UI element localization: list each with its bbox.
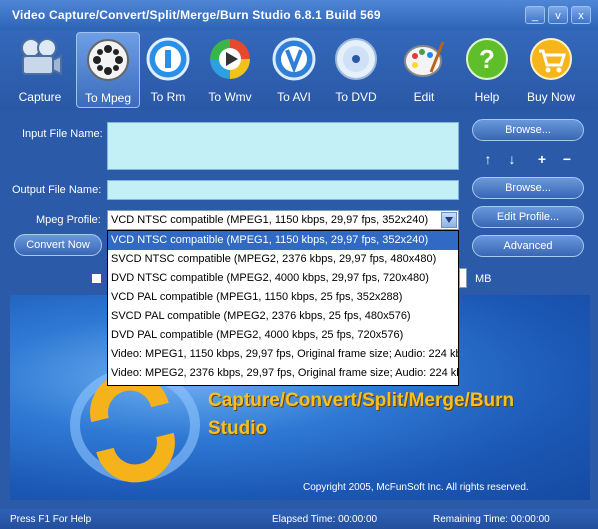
help-icon: ? [466, 38, 508, 80]
copyright-text: Copyright 2005, McFunSoft Inc. All right… [303, 482, 529, 493]
toolbar-label: Edit [413, 90, 435, 104]
toolbar-label: To Wmv [208, 90, 252, 104]
toolbar-to-rm[interactable]: To Rm [136, 32, 200, 108]
profile-option[interactable]: SVCD NTSC compatible (MPEG2, 2376 kbps, … [108, 250, 458, 269]
camera-icon [21, 38, 62, 76]
profile-option[interactable]: Video: MPEG2, 2376 kbps, 29,97 fps, Orig… [108, 364, 458, 383]
toolbar-label: Buy Now [526, 90, 576, 104]
edit-profile-button[interactable]: Edit Profile... [472, 206, 584, 228]
input-file-field[interactable] [107, 122, 459, 170]
windows-media-icon [210, 39, 250, 79]
status-remaining: Remaining Time: 00:00:00 [433, 514, 550, 525]
profile-option[interactable]: DVD NTSC compatible (MPEG2, 4000 kbps, 2… [108, 269, 458, 288]
input-file-label: Input File Name: [22, 128, 103, 140]
move-up-icon[interactable]: ↑ [478, 150, 498, 168]
dropdown-button[interactable]: v [548, 6, 568, 24]
status-elapsed: Elapsed Time: 00:00:00 [272, 514, 378, 525]
mpeg-profile-dropdown: VCD NTSC compatible (MPEG1, 1150 kbps, 2… [107, 230, 459, 386]
toolbar-to-dvd[interactable]: To DVD [324, 32, 388, 108]
profile-option[interactable]: Video: MPEG1, 1150 kbps, 29,97 fps, Orig… [108, 345, 458, 364]
output-file-label: Output File Name: [12, 184, 102, 196]
split-size-field[interactable] [459, 268, 467, 288]
title-bar: Video Capture/Convert/Split/Merge/Burn S… [0, 0, 598, 30]
splash-title-line2: Studio [208, 418, 268, 439]
splash-title-line1: Capture/Convert/Split/Merge/Burn [208, 390, 515, 411]
toolbar-to-mpeg[interactable]: To Mpeg [76, 32, 140, 108]
cart-icon [530, 38, 572, 80]
realmedia-icon [146, 37, 190, 81]
toolbar-help[interactable]: ? Help [455, 32, 519, 108]
advanced-button[interactable]: Advanced [472, 235, 584, 257]
mpeg-profile-value: VCD NTSC compatible (MPEG1, 1150 kbps, 2… [111, 214, 429, 226]
film-reel-icon [87, 39, 129, 81]
toolbar-to-wmv[interactable]: To Wmv [198, 32, 262, 108]
status-help: Press F1 For Help [10, 514, 92, 525]
app-window: Video Capture/Convert/Split/Merge/Burn S… [0, 0, 598, 529]
toolbar-edit[interactable]: Edit [392, 32, 456, 108]
toolbar-to-avi[interactable]: To AVI [262, 32, 326, 108]
profile-option[interactable]: SVCD PAL compatible (MPEG2, 2376 kbps, 2… [108, 307, 458, 326]
size-unit-label: MB [475, 273, 492, 285]
move-down-icon[interactable]: ↓ [502, 150, 522, 168]
add-icon[interactable]: + [532, 150, 552, 168]
output-file-field[interactable] [107, 180, 459, 200]
profile-option[interactable]: VCD PAL compatible (MPEG1, 1150 kbps, 25… [108, 288, 458, 307]
splash-title: Capture/Convert/Split/Merge/Burn Studio [208, 387, 514, 443]
chevron-down-icon[interactable] [441, 212, 457, 228]
convert-now-button[interactable]: Convert Now [14, 234, 102, 256]
browse-output-button[interactable]: Browse... [472, 177, 584, 199]
palette-icon [404, 41, 445, 77]
profile-option[interactable]: VCD NTSC compatible (MPEG1, 1150 kbps, 2… [108, 231, 458, 250]
avi-icon [272, 37, 316, 81]
split-size-checkbox[interactable] [91, 273, 102, 284]
mpeg-profile-select[interactable]: VCD NTSC compatible (MPEG1, 1150 kbps, 2… [107, 210, 459, 230]
browse-input-button[interactable]: Browse... [472, 119, 584, 141]
toolbar-label: To Rm [150, 90, 186, 104]
main-toolbar: Capture To Mpeg To Rm To Wmv To AVI To D… [0, 30, 598, 110]
toolbar-capture[interactable]: Capture [8, 32, 72, 108]
mpeg-profile-label: Mpeg Profile: [36, 214, 101, 226]
toolbar-label: To Mpeg [84, 91, 132, 105]
status-bar: Press F1 For Help Elapsed Time: 00:00:00… [0, 509, 598, 529]
remove-icon[interactable]: − [557, 150, 577, 168]
close-button[interactable]: x [571, 6, 591, 24]
toolbar-label: To DVD [335, 90, 377, 104]
toolbar-label: To AVI [277, 90, 311, 104]
profile-option[interactable]: DVD PAL compatible (MPEG2, 4000 kbps, 25… [108, 326, 458, 345]
window-title: Video Capture/Convert/Split/Merge/Burn S… [12, 8, 381, 22]
toolbar-label: Capture [18, 90, 62, 104]
minimize-button[interactable]: _ [525, 6, 545, 24]
svg-text:?: ? [479, 44, 495, 74]
toolbar-label: Help [474, 90, 500, 104]
toolbar-buy-now[interactable]: Buy Now [519, 32, 583, 108]
disc-icon [335, 38, 377, 80]
